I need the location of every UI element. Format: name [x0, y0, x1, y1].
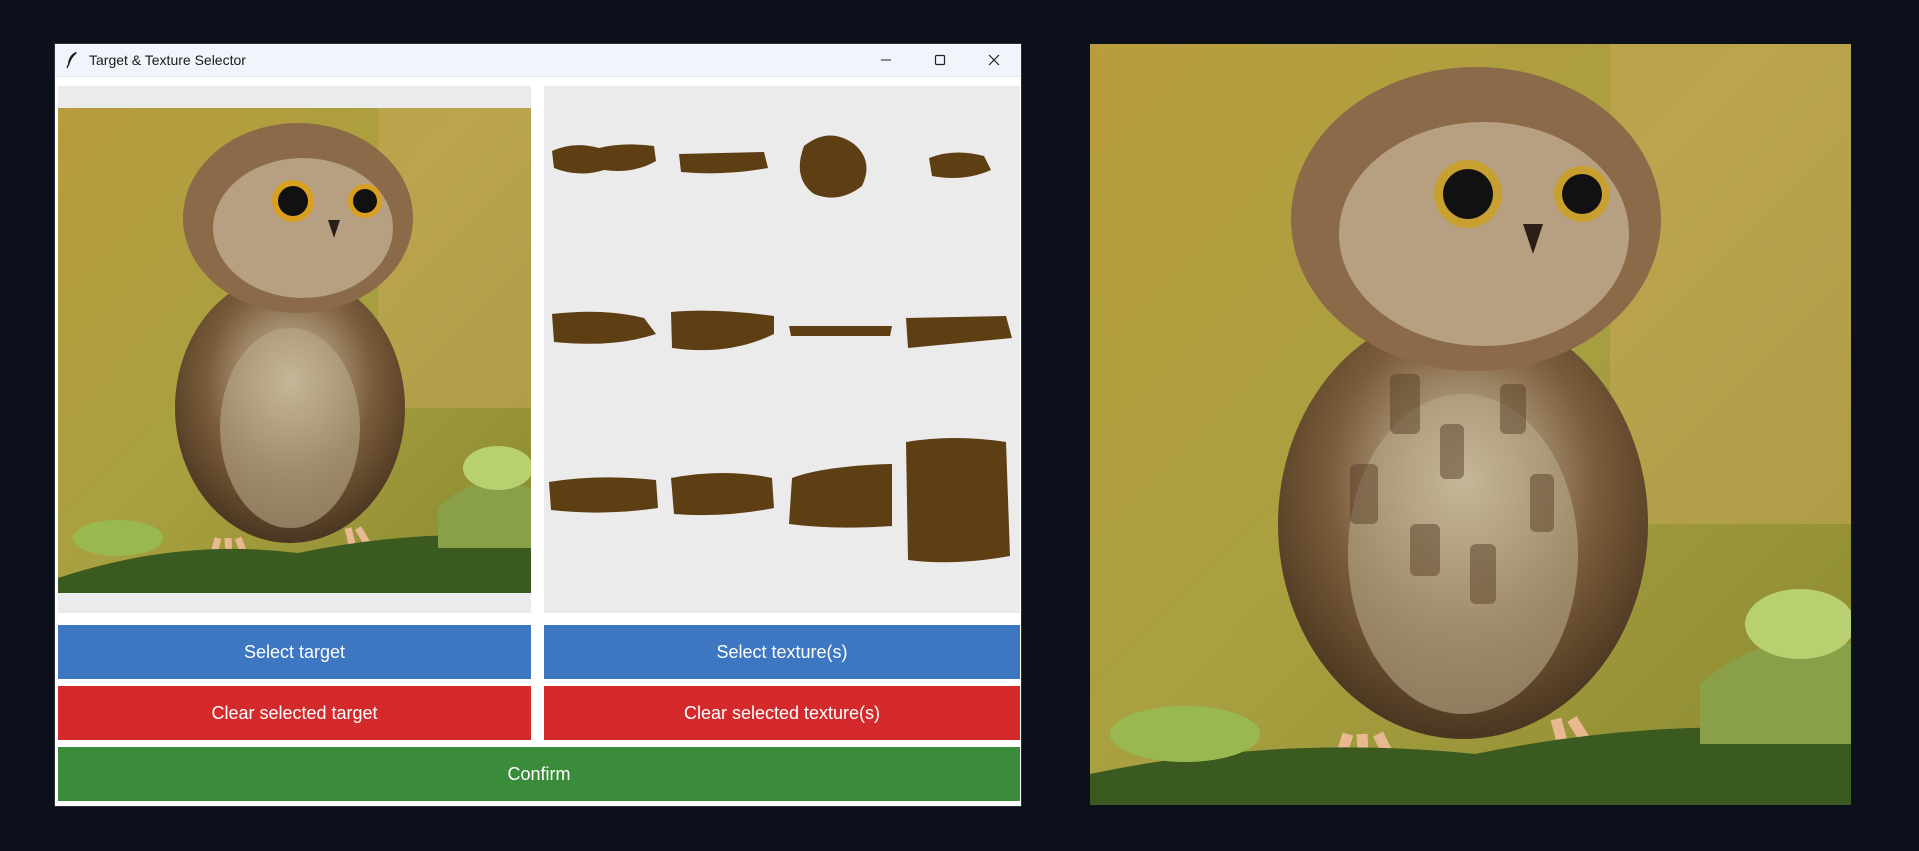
texture-9: [549, 477, 658, 513]
target-panel: [58, 86, 531, 613]
texture-8: [906, 316, 1012, 348]
maximize-button[interactable]: [913, 44, 967, 76]
texture-3: [799, 135, 867, 198]
texture-2: [679, 152, 768, 174]
texture-5: [552, 311, 656, 344]
maximize-icon: [934, 54, 946, 66]
confirm-button[interactable]: Confirm: [58, 747, 1020, 801]
clear-textures-button[interactable]: Clear selected texture(s): [544, 686, 1020, 740]
feather-icon: [66, 52, 77, 69]
owl-image: [58, 108, 531, 593]
close-icon: [988, 54, 1000, 66]
clear-target-button[interactable]: Clear selected target: [58, 686, 531, 740]
texture-grid: [549, 135, 1012, 563]
close-button[interactable]: [967, 44, 1021, 76]
texture-1: [552, 144, 656, 174]
minimize-icon: [881, 59, 891, 61]
select-target-button[interactable]: Select target: [58, 625, 531, 679]
target-image[interactable]: [58, 108, 531, 593]
texture-11: [789, 464, 892, 528]
window-title: Target & Texture Selector: [89, 52, 246, 68]
texture-4: [929, 152, 991, 178]
texture-12: [906, 438, 1010, 563]
select-textures-button[interactable]: Select texture(s): [544, 625, 1020, 679]
texture-7: [789, 326, 892, 336]
texture-panel: [544, 86, 1020, 613]
texture-10: [671, 473, 774, 516]
app-window: Target & Texture Selector Select target …: [55, 44, 1021, 806]
title-bar[interactable]: Target & Texture Selector: [55, 44, 1021, 77]
texture-6: [671, 310, 774, 351]
result-image: [1090, 44, 1851, 805]
minimize-button[interactable]: [859, 44, 913, 76]
painted-owl-image: [1090, 44, 1851, 805]
